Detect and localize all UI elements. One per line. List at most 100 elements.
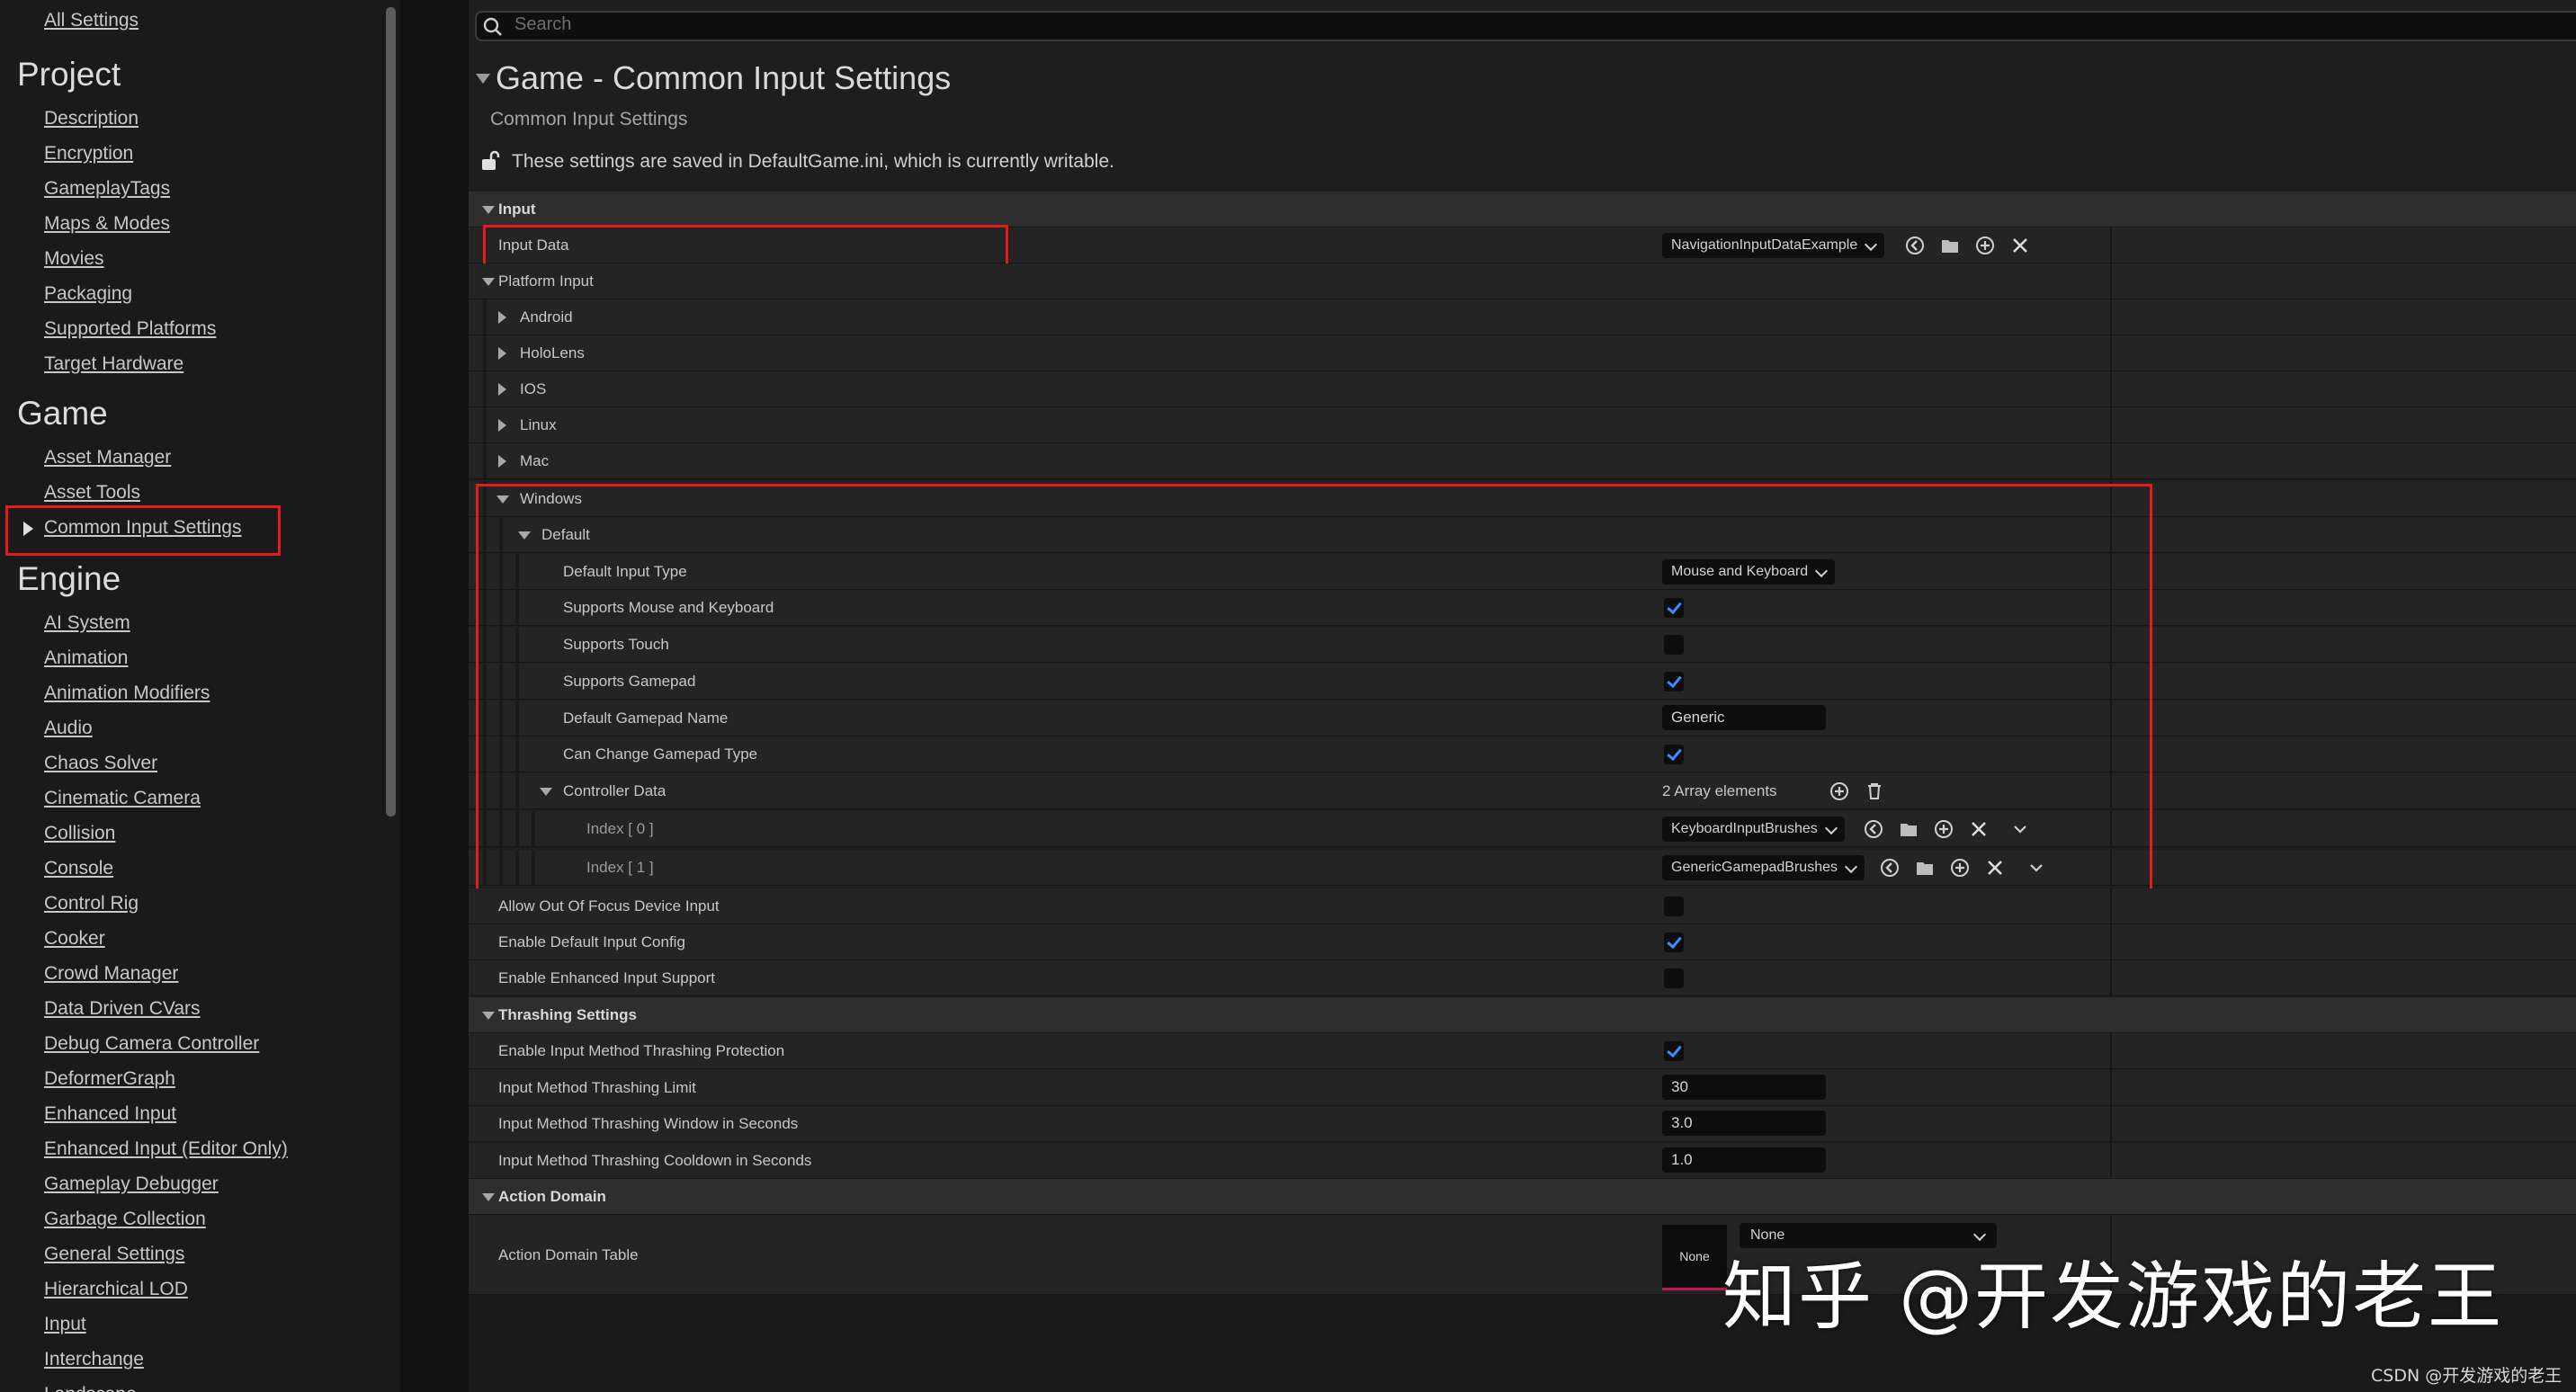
property-row-linux[interactable]: Linux [469, 407, 2576, 443]
column-splitter[interactable] [2110, 263, 2112, 299]
column-splitter[interactable] [2110, 1143, 2112, 1178]
nav-item-packaging[interactable]: Packaging [44, 282, 132, 306]
folder-icon[interactable] [1938, 234, 1962, 257]
nav-item-supported-platforms[interactable]: Supported Platforms [44, 317, 216, 341]
column-splitter[interactable] [2110, 924, 2112, 959]
thrashing-window-field[interactable]: 3.0 [1662, 1111, 1826, 1136]
collapse-arrow-icon [482, 206, 495, 214]
nav-item-gameplay-debugger[interactable]: Gameplay Debugger [44, 1173, 219, 1196]
allow-out-of-focus-checkbox[interactable] [1664, 897, 1684, 916]
property-label: Android [520, 308, 573, 326]
nav-item-animation-modifiers[interactable]: Animation Modifiers [44, 682, 210, 705]
nav-item-encryption[interactable]: Encryption [44, 142, 133, 165]
input-data-class-picker[interactable]: NavigationInputDataExample [1662, 233, 1885, 258]
category-input[interactable]: Input [469, 192, 2576, 228]
nav-item-enhanced-input[interactable]: Enhanced Input [44, 1102, 176, 1126]
column-splitter[interactable] [2110, 1106, 2112, 1141]
nav-all-settings[interactable]: All Settings [44, 9, 139, 32]
property-row-mac[interactable]: Mac [469, 443, 2576, 479]
nav-item-debug-camera-controller[interactable]: Debug Camera Controller [44, 1032, 259, 1056]
column-splitter[interactable] [2110, 299, 2112, 335]
column-splitter[interactable] [2110, 1070, 2112, 1105]
enable-enhanced-input-checkbox[interactable] [1664, 968, 1684, 988]
search-input[interactable] [475, 11, 2576, 41]
nav-heading-game: Game [17, 395, 108, 432]
nav-item-asset-manager[interactable]: Asset Manager [44, 446, 171, 469]
indent-bar [483, 443, 487, 478]
column-splitter[interactable] [2110, 371, 2112, 406]
dropdown-value: NavigationInputDataExample [1671, 237, 1858, 253]
category-thrashing-settings[interactable]: Thrashing Settings [469, 997, 2576, 1033]
indent-bar [483, 335, 487, 370]
nav-item-description[interactable]: Description [44, 107, 139, 130]
expand-arrow-icon [498, 455, 506, 468]
property-label: Linux [520, 416, 557, 433]
nav-item-animation[interactable]: Animation [44, 647, 128, 670]
column-splitter[interactable] [2110, 407, 2112, 442]
watermark-text: 知乎 @开发游戏的老王 [1722, 1254, 2504, 1340]
nav-item-cooker[interactable]: Cooker [44, 927, 105, 950]
property-label: Input Method Thrashing Limit [498, 1079, 696, 1096]
collapse-arrow-icon [482, 1012, 495, 1020]
nav-item-enhanced-input-editor[interactable]: Enhanced Input (Editor Only) [44, 1138, 288, 1161]
property-label: Enable Enhanced Input Support [498, 969, 716, 986]
property-row-android[interactable]: Android [469, 299, 2576, 335]
nav-item-gameplaytags[interactable]: GameplayTags [44, 177, 170, 201]
clear-icon[interactable] [2008, 234, 2032, 257]
column-splitter[interactable] [2110, 443, 2112, 478]
thrashing-protection-checkbox[interactable] [1664, 1041, 1684, 1061]
nav-item-landscape[interactable]: Landscape [44, 1383, 137, 1392]
highlight-box-nav [5, 505, 281, 556]
highlight-box-input-data [483, 225, 1008, 266]
category-label: Action Domain [498, 1188, 606, 1205]
nav-item-control-rig[interactable]: Control Rig [44, 892, 139, 915]
nav-item-deformergraph[interactable]: DeformerGraph [44, 1067, 175, 1091]
property-row-ios[interactable]: IOS [469, 371, 2576, 407]
column-splitter[interactable] [2110, 228, 2112, 263]
nav-item-general-settings[interactable]: General Settings [44, 1243, 184, 1266]
thrashing-limit-field[interactable]: 30 [1662, 1075, 1826, 1100]
collapse-arrow-icon[interactable] [476, 74, 490, 84]
indent-bar [483, 371, 487, 406]
settings-sidebar: All Settings Project Description Encrypt… [0, 0, 400, 1392]
nav-item-maps-modes[interactable]: Maps & Modes [44, 212, 170, 236]
indent-bar [483, 299, 487, 335]
nav-item-interchange[interactable]: Interchange [44, 1348, 144, 1371]
sidebar-scrollbar[interactable] [386, 7, 396, 816]
category-action-domain[interactable]: Action Domain [469, 1179, 2576, 1215]
nav-item-chaos-solver[interactable]: Chaos Solver [44, 752, 157, 775]
property-row-platform-input[interactable]: Platform Input [469, 263, 2576, 299]
nav-item-console[interactable]: Console [44, 857, 113, 880]
enable-default-input-config-checkbox[interactable] [1664, 932, 1684, 952]
nav-item-audio[interactable]: Audio [44, 717, 93, 740]
nav-item-input[interactable]: Input [44, 1313, 86, 1336]
column-splitter[interactable] [2110, 1033, 2112, 1068]
column-splitter[interactable] [2110, 888, 2112, 924]
asset-thumbnail[interactable]: None [1662, 1225, 1727, 1290]
indent-bar [483, 407, 487, 442]
nav-item-hierarchical-lod[interactable]: Hierarchical LOD [44, 1278, 188, 1301]
nav-item-crowd-manager[interactable]: Crowd Manager [44, 962, 178, 986]
thrashing-cooldown-field[interactable]: 1.0 [1662, 1147, 1826, 1173]
highlight-box-windows [476, 484, 2152, 895]
property-label: Action Domain Table [498, 1246, 639, 1263]
chevron-down-icon [1865, 237, 1878, 252]
nav-item-cinematic-camera[interactable]: Cinematic Camera [44, 787, 201, 810]
expand-arrow-icon [498, 347, 506, 360]
nav-item-target-hardware[interactable]: Target Hardware [44, 352, 183, 376]
add-icon[interactable] [1973, 234, 1997, 257]
browse-icon[interactable] [1903, 234, 1927, 257]
nav-item-garbage-collection[interactable]: Garbage Collection [44, 1208, 206, 1231]
column-splitter[interactable] [2110, 960, 2112, 995]
property-label: Input Method Thrashing Cooldown in Secon… [498, 1152, 812, 1169]
nav-item-ai-system[interactable]: AI System [44, 611, 130, 635]
column-splitter[interactable] [2110, 335, 2112, 370]
nav-item-asset-tools[interactable]: Asset Tools [44, 481, 140, 504]
nav-item-movies[interactable]: Movies [44, 247, 104, 271]
property-row-thrashing-window: Input Method Thrashing Window in Seconds… [469, 1106, 2576, 1142]
nav-item-collision[interactable]: Collision [44, 822, 115, 845]
property-label: IOS [520, 380, 547, 397]
nav-item-data-driven-cvars[interactable]: Data Driven CVars [44, 997, 201, 1021]
property-row-hololens[interactable]: HoloLens [469, 335, 2576, 371]
panel-gutter [400, 0, 469, 1392]
